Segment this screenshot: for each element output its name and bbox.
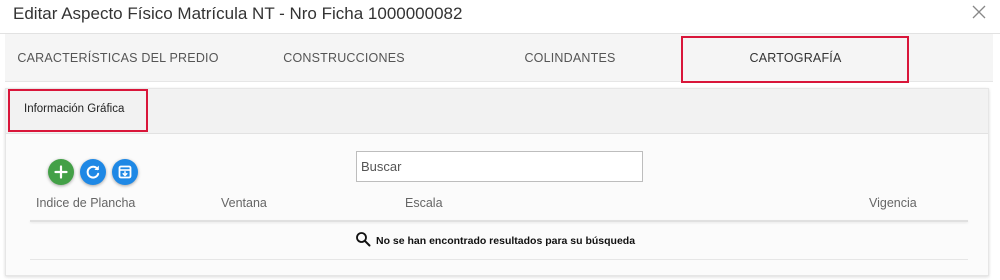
column-header-vigencia[interactable]: Vigencia [869,196,917,210]
column-header-ventana[interactable]: Ventana [221,196,267,210]
modal-title: Editar Aspecto Físico Matrícula NT - Nro… [13,4,463,23]
tab-caracteristicas[interactable]: CARACTERÍSTICAS DEL PREDIO [5,34,231,82]
column-header-indice[interactable]: Indice de Plancha [36,196,135,210]
archive-icon [118,165,132,179]
export-button[interactable] [112,159,138,185]
search-input[interactable] [356,151,643,182]
empty-results: No se han encontrado resultados para su … [355,232,635,250]
panel-header[interactable]: Información Gráfica [6,89,988,134]
search-icon [356,232,371,247]
panel-header-label: Información Gráfica [24,103,125,115]
add-button[interactable] [48,159,74,185]
close-button[interactable] [972,0,992,24]
column-header-escala[interactable]: Escala [405,196,443,210]
plus-icon [54,165,68,179]
table-header-divider [30,220,968,222]
refresh-icon [86,165,100,179]
table-row-divider [30,259,968,260]
tab-bar: CARACTERÍSTICAS DEL PREDIO CONSTRUCCIONE… [5,34,993,82]
refresh-button[interactable] [80,159,106,185]
empty-message: No se han encontrado resultados para su … [376,235,636,247]
tab-construcciones[interactable]: CONSTRUCCIONES [231,34,457,82]
tab-colindantes[interactable]: COLINDANTES [457,34,683,82]
tab-cartografia[interactable]: CARTOGRAFÍA [681,34,910,82]
close-icon [972,5,986,19]
